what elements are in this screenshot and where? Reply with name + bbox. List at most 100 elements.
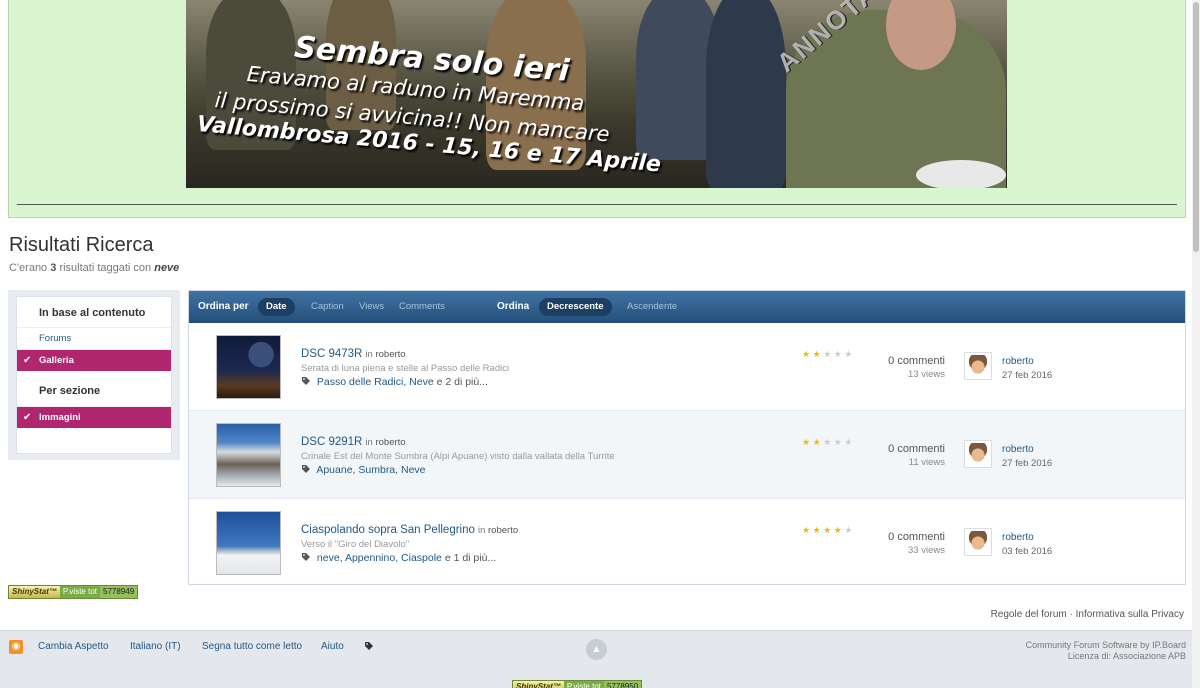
result-date: 27 feb 2016 <box>1002 370 1053 381</box>
page-footer: ◉ Cambia Aspetto Italiano (IT) Segna tut… <box>0 630 1200 688</box>
result-thumbnail[interactable] <box>216 511 281 575</box>
results-panel: Ordina per Date Caption Views Comments O… <box>188 290 1186 585</box>
result-title-link[interactable]: DSC 9473R <box>301 348 362 360</box>
shinystat-label: P.viste tot <box>563 681 604 688</box>
views-count: 11 views <box>908 457 945 468</box>
result-item: DSC 9291R in roberto Crinale Est del Mon… <box>189 411 1185 499</box>
result-title-line: Ciaspolando sopra San Pellegrino in robe… <box>301 524 519 536</box>
tags-more[interactable]: e 1 di più... <box>445 552 496 564</box>
tag-link[interactable]: Neve <box>401 464 426 476</box>
result-description: Verso il "Giro del Diavolo" <box>301 539 410 550</box>
result-title-link[interactable]: Ciaspolando sopra San Pellegrino <box>301 524 475 536</box>
scrollbar-thumb[interactable] <box>1193 2 1199 252</box>
page-description: C'erano 3 risultati taggati con neve <box>9 262 180 274</box>
sort-comments-button[interactable]: Comments <box>399 301 445 312</box>
sidebar-section-type: Per sezione <box>39 385 101 397</box>
tag-link[interactable]: Apuane <box>316 464 352 476</box>
rss-icon[interactable]: ◉ <box>9 640 23 654</box>
sort-caption-button[interactable]: Caption <box>311 301 344 312</box>
views-count: 13 views <box>908 369 945 380</box>
result-count: 3 <box>50 262 57 274</box>
result-title-link[interactable]: DSC 9291R <box>301 436 362 448</box>
tag-link[interactable]: Neve <box>409 376 434 388</box>
result-item: DSC 9473R in roberto Serata di luna pien… <box>189 323 1185 411</box>
result-thumbnail[interactable] <box>216 423 281 487</box>
sidebar-item-immagini-label: Immagini <box>39 412 81 423</box>
sidebar-item-forums[interactable]: Forums <box>17 327 171 349</box>
user-link[interactable]: roberto <box>1002 532 1052 543</box>
page-title: Risultati Ricerca <box>9 234 154 256</box>
tag-icon <box>302 465 310 473</box>
avatar[interactable] <box>964 528 992 556</box>
scrollbar[interactable] <box>1192 0 1200 688</box>
link-separator: · <box>1069 609 1073 620</box>
result-tags: Passo delle Radici, Neve e 2 di più... <box>301 376 488 388</box>
result-stats: 0 commenti 13 views <box>888 355 945 380</box>
shinystat-label: P.viste tot <box>59 586 100 598</box>
user-link[interactable]: roberto <box>1002 444 1052 455</box>
sort-date-button[interactable]: Date <box>258 298 295 316</box>
checkmark-icon: ✔ <box>23 355 32 366</box>
tag-link[interactable]: Passo delle Radici <box>317 376 403 388</box>
tag-link[interactable]: Sumbra <box>358 464 395 476</box>
tag-icon[interactable] <box>364 641 374 651</box>
sort-views-button[interactable]: Views <box>359 301 384 312</box>
tag-icon <box>302 553 310 561</box>
shinystat-counter[interactable]: ShinyStat™ P.viste tot 5778949 <box>8 585 139 599</box>
language-link[interactable]: Italiano (IT) <box>130 641 181 652</box>
sort-bar: Ordina per Date Caption Views Comments O… <box>189 291 1185 323</box>
shinystat-brand: ShinyStat™ <box>513 681 564 688</box>
result-author-link[interactable]: roberto <box>375 437 405 448</box>
search-tag: neve <box>154 262 180 274</box>
result-stats: 0 commenti 33 views <box>888 531 945 556</box>
result-date: 27 feb 2016 <box>1002 458 1053 469</box>
result-tags: neve, Appennino, Ciaspole e 1 di più... <box>301 552 496 564</box>
views-count: 33 views <box>908 545 945 556</box>
change-skin-link[interactable]: Cambia Aspetto <box>38 641 109 652</box>
result-item: Ciaspolando sopra San Pellegrino in robe… <box>189 499 1185 587</box>
result-user: roberto 27 feb 2016 <box>1002 444 1052 469</box>
order-desc-button[interactable]: Decrescente <box>539 298 612 316</box>
result-author-link[interactable]: roberto <box>375 349 405 360</box>
header-divider <box>17 204 1177 205</box>
sidebar-item-immagini[interactable]: ✔ Immagini <box>17 406 171 428</box>
privacy-link[interactable]: Informativa sulla Privacy <box>1076 609 1184 620</box>
tag-link[interactable]: neve <box>317 552 340 564</box>
copyright: Community Forum Software by IP.Board Lic… <box>1026 640 1186 662</box>
avatar[interactable] <box>964 352 992 380</box>
sort-by-label: Ordina per <box>198 301 249 312</box>
rating-stars[interactable]: ★ ★ ★ ★ ★ <box>802 437 852 448</box>
shinystat-counter-footer[interactable]: ShinyStat™ P.viste tot 5778950 <box>512 680 643 688</box>
forum-rules-link[interactable]: Regole del forum <box>991 609 1067 620</box>
back-to-top-icon[interactable]: ▲ <box>586 639 607 660</box>
order-asc-button[interactable]: Ascendente <box>627 301 677 312</box>
sidebar-item-forums-link[interactable]: Forums <box>39 333 71 344</box>
tag-link[interactable]: Ciaspole <box>401 552 442 564</box>
result-title-line: DSC 9473R in roberto <box>301 348 406 360</box>
user-link[interactable]: roberto <box>1002 356 1052 367</box>
mark-all-read-link[interactable]: Segna tutto come letto <box>202 641 302 652</box>
result-author-link[interactable]: roberto <box>488 525 518 536</box>
checkmark-icon: ✔ <box>23 412 32 423</box>
shinystat-count: 5778949 <box>100 586 138 598</box>
comments-count[interactable]: 0 commenti <box>888 355 945 367</box>
sidebar-item-galleria[interactable]: ✔ Galleria <box>17 349 171 371</box>
tag-link[interactable]: Appennino <box>345 552 395 564</box>
result-stats: 0 commenti 11 views <box>888 443 945 468</box>
order-label: Ordina <box>497 301 530 312</box>
header-banner-image[interactable]: Sembra solo ieri Eravamo al raduno in Ma… <box>186 0 1007 188</box>
rating-stars[interactable]: ★ ★ ★ ★ ★ <box>802 349 852 360</box>
result-title-line: DSC 9291R in roberto <box>301 436 406 448</box>
sidebar-section-content: In base al contenuto <box>39 307 146 319</box>
help-link[interactable]: Aiuto <box>321 641 344 652</box>
comments-count[interactable]: 0 commenti <box>888 531 945 543</box>
tags-more[interactable]: e 2 di più... <box>437 376 488 388</box>
result-date: 03 feb 2016 <box>1002 546 1053 557</box>
rating-stars[interactable]: ★ ★ ★ ★ ★ <box>802 525 852 536</box>
footer-links: Regole del forum · Informativa sulla Pri… <box>991 609 1184 620</box>
copyright-line-2: Licenza di: Associazione APB <box>1067 651 1186 661</box>
comments-count[interactable]: 0 commenti <box>888 443 945 455</box>
avatar[interactable] <box>964 440 992 468</box>
result-thumbnail[interactable] <box>216 335 281 399</box>
result-tags: Apuane, Sumbra, Neve <box>301 464 426 476</box>
